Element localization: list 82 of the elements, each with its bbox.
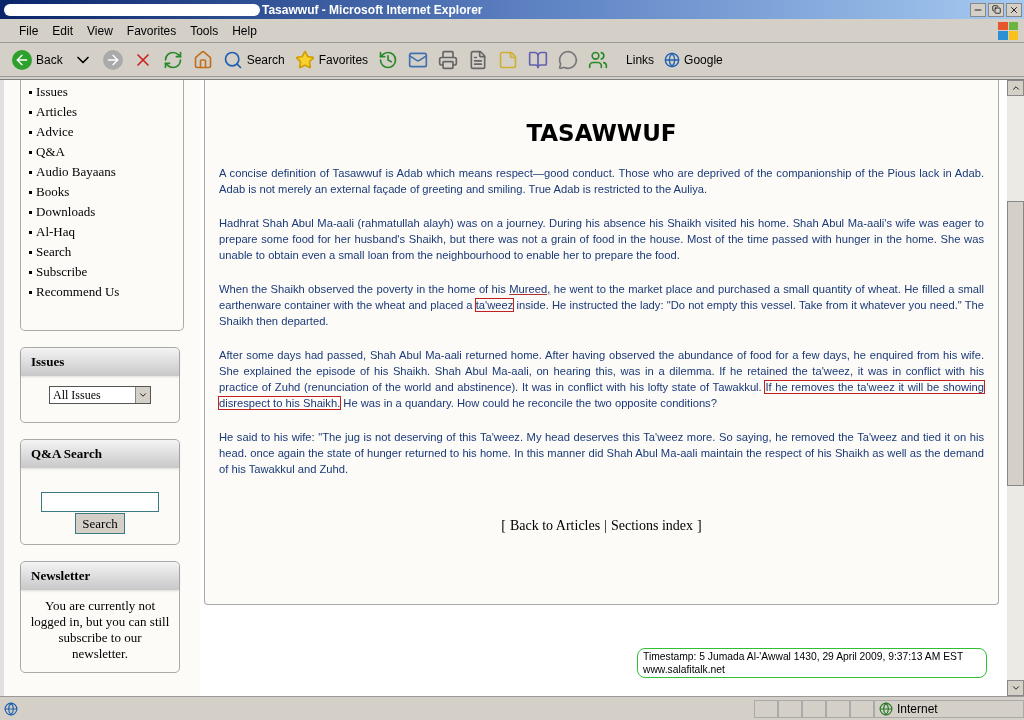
menu-item[interactable]: Edit xyxy=(45,21,81,40)
close-button[interactable] xyxy=(1006,2,1022,17)
bullet-icon xyxy=(29,270,32,274)
messenger-button[interactable] xyxy=(588,49,609,70)
close-icon xyxy=(1009,4,1019,15)
home-button[interactable] xyxy=(192,49,213,70)
panel-title: Newsletter xyxy=(31,567,91,586)
article-paragraph: Hadhrat Shah Abul Ma-aali (rahmatullah alayh) was on a journey. During his absence his Shaikh visited his home. Shah Abul Ma-aali's wife was eager to prepare some food for her husband's Shaikh, but there was not a grain of food in the house. Most of the time passed with hunger in the home. She was unable to obtain even a small loan from the neighbourhood to enable her to prepare the food. xyxy=(219,215,984,263)
sections-index-link[interactable]: Sections index xyxy=(611,514,694,536)
article-paragraph: After some days had passed, Shah Abul Ma-aali returned home. After having observed the abundance of food for a few days, he enquired from his wife. She explained the episode of his Shaikh. Shah Abul Ma-aali, on hearing this, was in a dilemma. If he retained the ta'weez, it was in conflict with his practice of Zuhd (renunciation of the world and abstinence). It was in conflict with his lofty state of Tawakkul. If he removes the ta'weez it will be showing disrespect to his Shaikh. He was in a quandary. How could he reconcile the two opposite conditions? xyxy=(219,347,984,411)
separator-text: | xyxy=(604,516,607,535)
page-icon xyxy=(4,701,18,716)
nav-link[interactable]: Downloads xyxy=(36,202,96,222)
scroll-down-icon xyxy=(1010,683,1021,693)
article-heading: TASAWWUF xyxy=(525,119,678,148)
bullet-icon xyxy=(29,90,32,94)
article-paragraph: When the Shaikh observed the poverty in the home of his Mureed, he went to the market place and purchased a small quantity of wheat. He filled a small earthenware container with the wheat and placed a ta'weez inside. He instructed the lady: "Do not empty this vessel. Take from it whatever you need." The Shaikh then departed. xyxy=(219,281,984,329)
status-pane xyxy=(754,699,778,718)
history-button[interactable] xyxy=(378,49,399,70)
minimize-button[interactable] xyxy=(970,2,986,17)
bullet-icon xyxy=(29,230,32,234)
search-field[interactable] xyxy=(41,492,159,512)
bullet-icon xyxy=(29,250,32,254)
status-pane xyxy=(826,699,850,718)
restore-button[interactable] xyxy=(988,2,1004,17)
back-button[interactable]: Back xyxy=(12,49,63,70)
nav-link[interactable]: Issues xyxy=(36,82,68,102)
restore-icon xyxy=(991,5,1001,14)
back-to-articles-link[interactable]: Back to Articles xyxy=(509,514,601,536)
menu-item[interactable]: View xyxy=(80,21,120,40)
nav-link[interactable]: Advice xyxy=(36,122,74,142)
menu-item[interactable]: Tools xyxy=(183,21,226,40)
bullet-icon xyxy=(29,290,32,294)
google-link[interactable]: Google xyxy=(664,50,723,69)
zone-text: Internet xyxy=(897,700,938,718)
research-button[interactable] xyxy=(528,49,549,70)
forward-button[interactable] xyxy=(102,49,123,70)
globe-icon xyxy=(879,701,893,716)
issues-select[interactable]: All Issues xyxy=(49,386,151,404)
star-icon xyxy=(294,49,315,70)
nav-link[interactable]: Recommend Us xyxy=(36,282,120,302)
bracket-text: ] xyxy=(697,516,702,535)
scrollbar-thumb[interactable] xyxy=(1007,201,1024,486)
scroll-up-icon xyxy=(1010,83,1021,93)
search-button[interactable]: Search xyxy=(75,513,125,534)
nav-link[interactable]: Articles xyxy=(36,102,78,122)
favorites-button[interactable]: Favorites xyxy=(294,49,369,70)
menu-item[interactable]: Favorites xyxy=(119,21,184,40)
nav-link[interactable]: Search xyxy=(36,242,72,262)
links-label: Links xyxy=(626,51,655,69)
panel-title: Q&A Search xyxy=(31,445,102,464)
nav-link[interactable]: Al-Haq xyxy=(36,222,75,242)
bullet-icon xyxy=(29,210,32,214)
bullet-icon xyxy=(29,170,32,174)
timestamp-text: www.salafitalk.net xyxy=(643,663,726,676)
status-pane xyxy=(778,699,802,718)
status-pane xyxy=(802,699,826,718)
bullet-icon xyxy=(29,190,32,194)
bullet-icon xyxy=(29,110,32,114)
nav-link[interactable]: Q&A xyxy=(36,142,65,162)
globe-icon xyxy=(664,51,681,68)
windows-logo-icon xyxy=(998,21,1018,40)
bracket-text: [ xyxy=(501,516,506,535)
timestamp-text: Timestamp: 5 Jumada Al-'Awwal 1430, 29 April 2009, 9:37:13 AM EST xyxy=(643,650,965,663)
refresh-button[interactable] xyxy=(162,49,183,70)
menu-item[interactable]: File xyxy=(12,21,46,40)
menu-item[interactable]: Help xyxy=(225,21,264,40)
newsletter-text: You are currently not logged in, but you can still subscribe to our newsletter. xyxy=(29,597,171,662)
print-button[interactable] xyxy=(438,49,459,70)
bullet-icon xyxy=(29,130,32,134)
nav-link[interactable]: Subscribe xyxy=(36,262,88,282)
window-title: Tasawwuf - Microsoft Internet Explorer xyxy=(262,1,483,19)
search-icon xyxy=(222,49,243,70)
nav-link[interactable]: Books xyxy=(36,182,70,202)
nav-link[interactable]: Audio Bayaans xyxy=(36,162,116,182)
bullet-icon xyxy=(29,150,32,154)
article-paragraph: A concise definition of Tasawwuf is Adab which means respect—good conduct. Those who are deprived of the companionship of the Pious lack in Adab. Adab is not merely an external façade of greeting and smiling. True Adab is restricted to the Auliya. xyxy=(219,165,984,197)
article-paragraph: He said to his wife: "The jug is not deserving of this Ta'weez. My head deserves this Ta'weez more. So saying, he removed the Ta'weez and tied it on his head. once again the state of hunger returned to his home. In this manner did Shah Abul Ma-aali maintain the respect of his Shaikh as well as the demand of his Tawakkul and Zuhd. xyxy=(219,429,984,477)
search-button[interactable]: Search xyxy=(222,49,285,70)
edit-button[interactable] xyxy=(468,49,489,70)
discuss-button[interactable] xyxy=(558,49,579,70)
panel-title: Issues xyxy=(31,353,65,372)
